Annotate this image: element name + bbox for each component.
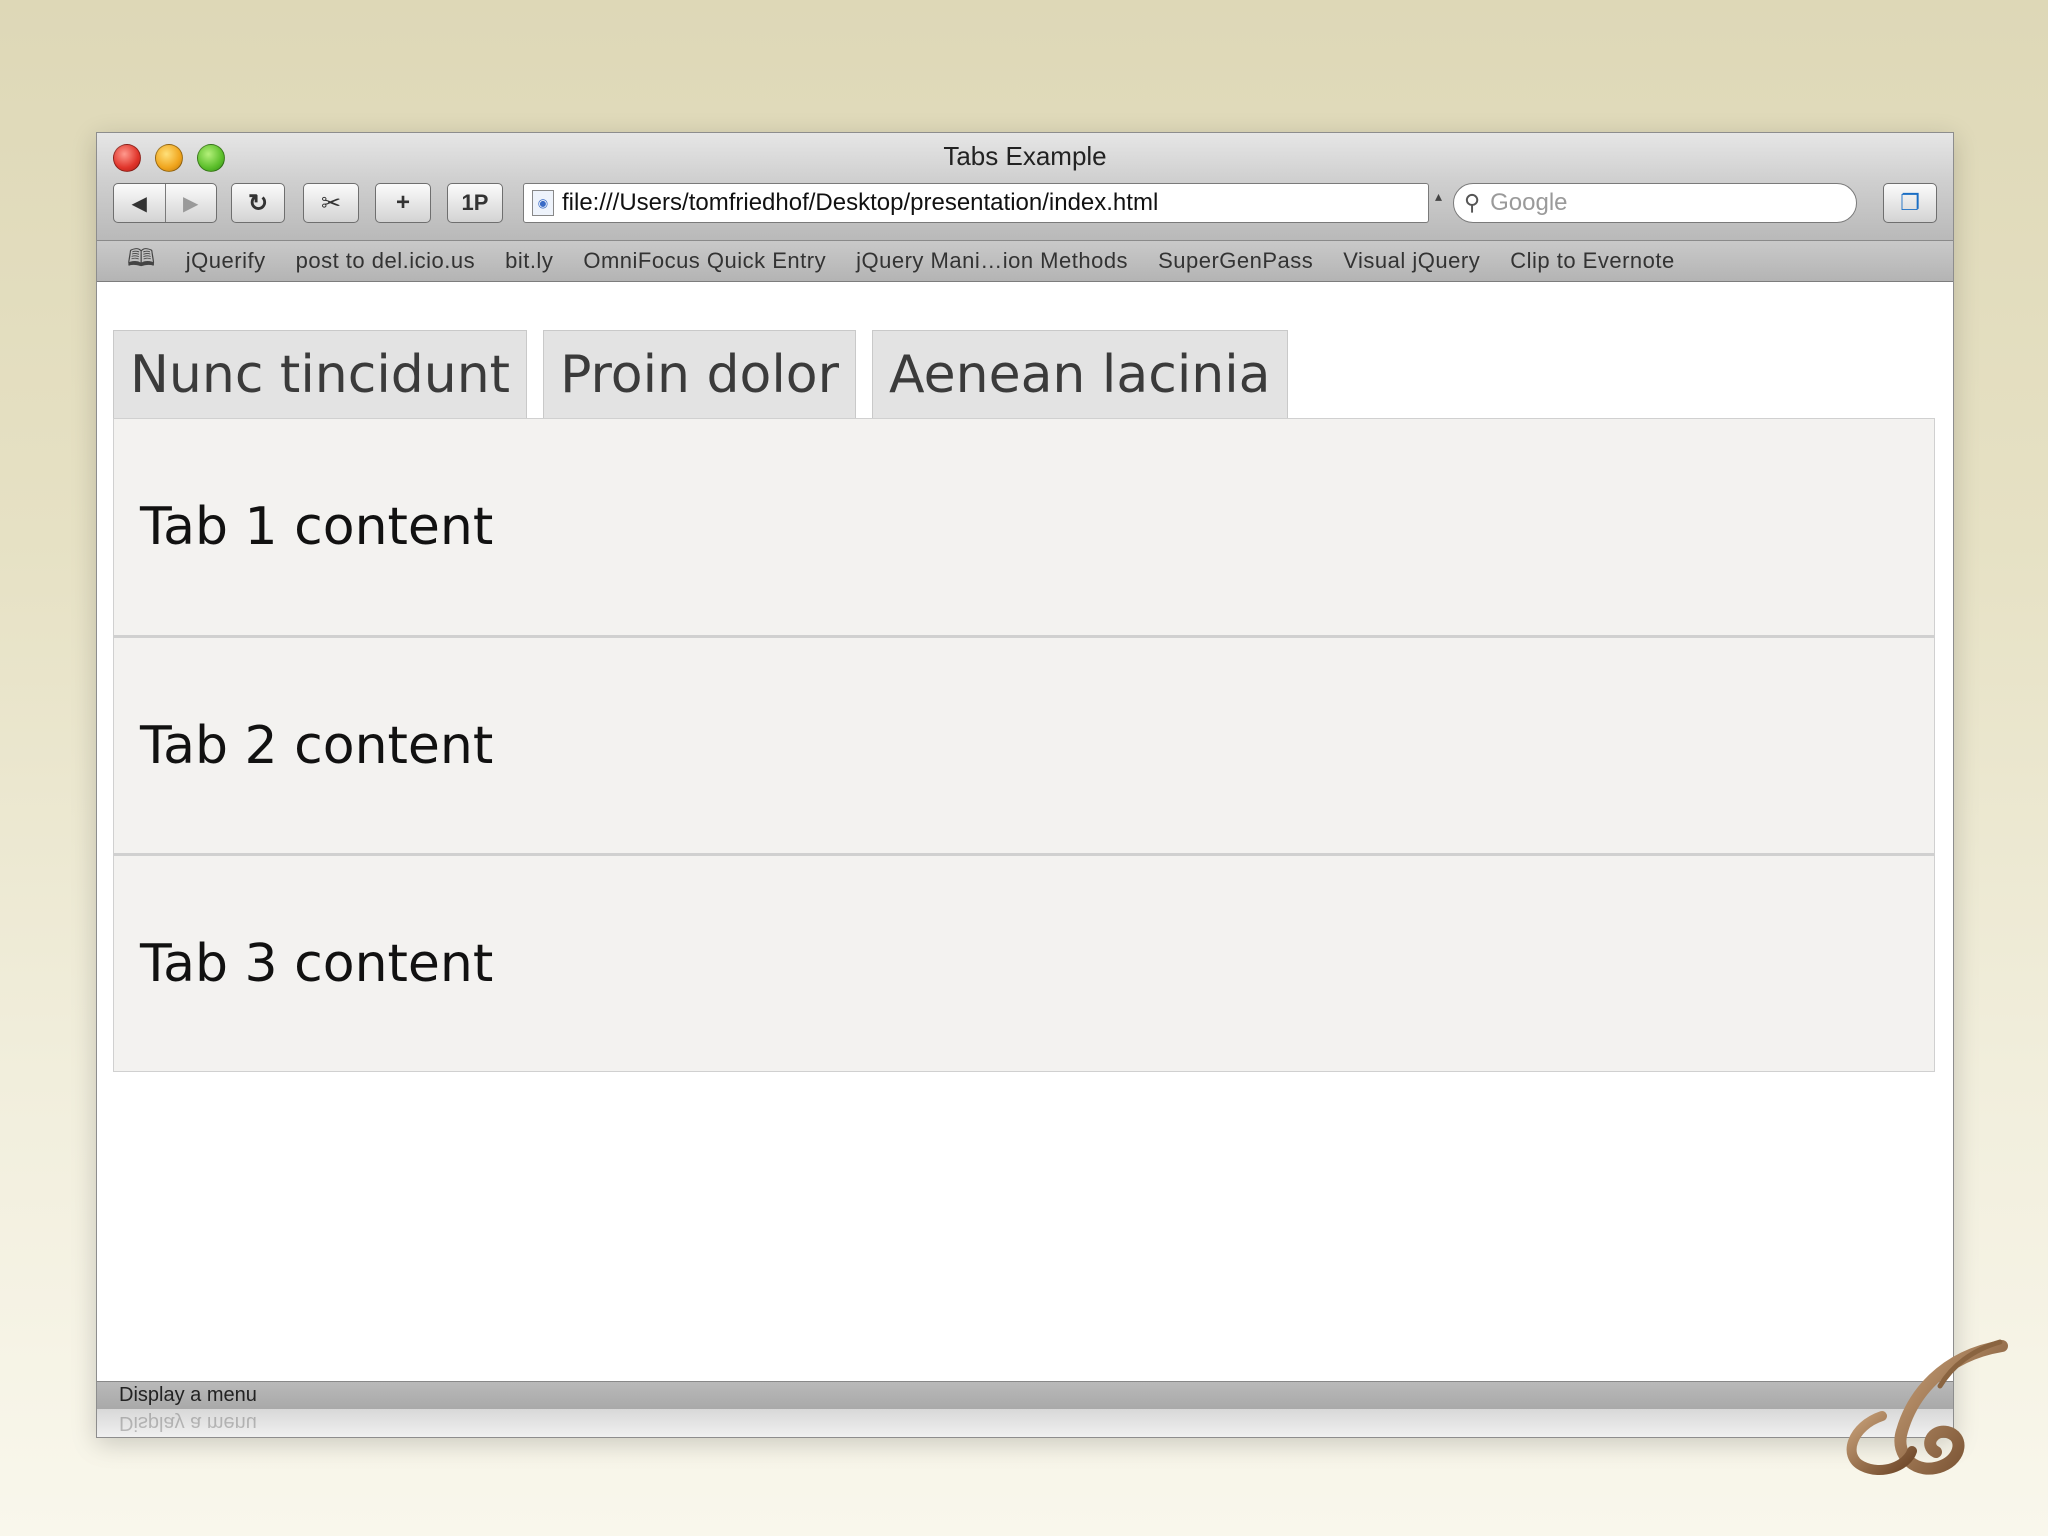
- bookmark-item[interactable]: OmniFocus Quick Entry: [583, 248, 826, 274]
- browser-window: Tabs Example ◀ ▶ ↻ ✂ + 1P ◉ file:///User…: [96, 132, 1954, 1438]
- forward-button[interactable]: ▶: [164, 184, 217, 222]
- bookmark-item[interactable]: Visual jQuery: [1343, 248, 1480, 274]
- address-text[interactable]: file:///Users/tomfriedhof/Desktop/presen…: [562, 189, 1158, 217]
- add-bookmark-button[interactable]: +: [375, 183, 431, 223]
- swirl-logo-icon: [1846, 1339, 2008, 1475]
- back-button[interactable]: ◀: [114, 184, 165, 222]
- page-icon: ◉: [532, 190, 554, 216]
- tab-panel-2: Tab 2 content: [113, 636, 1935, 854]
- bookmark-item[interactable]: jQuery Mani…ion Methods: [856, 248, 1128, 274]
- tab-panels: Tab 1 content Tab 2 content Tab 3 conten…: [113, 418, 1935, 1072]
- toolbar: ◀ ▶ ↻ ✂ + 1P ◉ file:///Users/tomfriedhof…: [113, 183, 1937, 227]
- window-resize-icon[interactable]: ❐: [1883, 183, 1937, 223]
- search-field[interactable]: ⚲: [1453, 183, 1857, 223]
- bookmark-item[interactable]: post to del.icio.us: [296, 248, 475, 274]
- status-bar: Display a menu: [97, 1381, 1953, 1409]
- tab-panel-3: Tab 3 content: [113, 854, 1935, 1072]
- bookmark-item[interactable]: jQuerify: [186, 248, 266, 274]
- tab-panel-1: Tab 1 content: [113, 418, 1935, 636]
- reload-button[interactable]: ↻: [231, 183, 285, 223]
- tab-nunc-tincidunt[interactable]: Nunc tincidunt: [113, 330, 528, 418]
- status-reflection-text: Display a menu: [119, 1412, 257, 1434]
- tab-list: Nunc tincidunt Proin dolor Aenean lacini…: [113, 330, 1304, 418]
- page-content: Nunc tincidunt Proin dolor Aenean lacini…: [97, 282, 1953, 1370]
- tab-proin-dolor[interactable]: Proin dolor: [543, 330, 856, 418]
- title-bar: Tabs Example ◀ ▶ ↻ ✂ + 1P ◉ file:///User…: [97, 133, 1953, 241]
- window-title: Tabs Example: [943, 141, 1107, 171]
- snip-button[interactable]: ✂: [303, 183, 359, 223]
- address-dropdown-icon[interactable]: ▴: [1435, 189, 1442, 205]
- status-reflection: Display a menu: [97, 1409, 1953, 1437]
- bookmark-item[interactable]: SuperGenPass: [1158, 248, 1313, 274]
- tab-aenean-lacinia[interactable]: Aenean lacinia: [871, 330, 1288, 418]
- bookmark-item[interactable]: Clip to Evernote: [1510, 248, 1675, 274]
- search-icon: ⚲: [1464, 190, 1481, 216]
- bookmarks-bar: 🕮 jQuerify post to del.icio.us bit.ly Om…: [97, 241, 1953, 282]
- onepassword-button[interactable]: 1P: [447, 183, 503, 223]
- search-input[interactable]: [1488, 188, 1813, 218]
- bookmark-item[interactable]: bit.ly: [505, 248, 553, 274]
- address-bar[interactable]: ◉ file:///Users/tomfriedhof/Desktop/pres…: [523, 183, 1429, 223]
- bookmarks-book-icon[interactable]: 🕮: [127, 241, 156, 282]
- nav-buttons: ◀ ▶: [113, 183, 217, 223]
